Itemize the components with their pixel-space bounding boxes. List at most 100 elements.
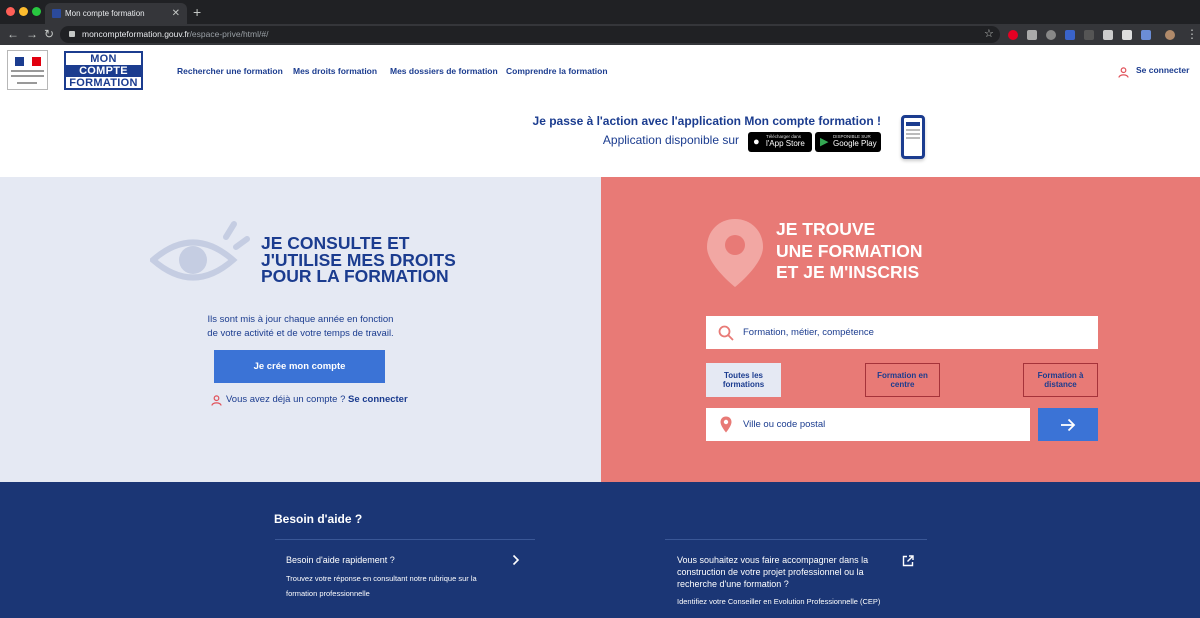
logo-line-3: FORMATION	[66, 77, 141, 89]
googleplay-big-text: Google Play	[833, 139, 877, 148]
user-icon	[1118, 65, 1129, 83]
browser-menu-icon[interactable]: ⋮	[1186, 25, 1198, 43]
lock-icon	[69, 31, 75, 37]
rights-title: JE CONSULTE ET J'UTILISE MES DROITS POUR…	[261, 235, 456, 285]
search-title-line: ET JE M'INSCRIS	[776, 262, 920, 282]
filter-label-line: formations	[722, 380, 765, 389]
external-link-icon	[902, 554, 914, 572]
search-panel: JE TROUVE UNE FORMATION ET JE M'INSCRIS …	[601, 177, 1200, 482]
help-card-question-line: Vous souhaitez vous faire accompagner da…	[677, 555, 869, 565]
banner-subtitle: Application disponible sur	[602, 133, 739, 147]
back-icon[interactable]: ←	[7, 25, 19, 43]
banner-title: Je passe à l'action avec l'application M…	[532, 114, 881, 128]
arrow-right-icon	[1061, 418, 1076, 431]
nav-rechercher-formation[interactable]: Rechercher une formation	[177, 66, 283, 76]
help-section: Besoin d'aide ? Besoin d'aide rapidement…	[0, 482, 1200, 618]
filter-in-center[interactable]: Formation en centre	[865, 363, 940, 397]
extension-icon[interactable]	[1027, 30, 1037, 40]
republique-francaise-logo[interactable]	[7, 50, 48, 90]
divider	[665, 539, 927, 540]
rights-panel: JE CONSULTE ET J'UTILISE MES DROITS POUR…	[0, 177, 601, 482]
maximize-window-button[interactable]	[32, 7, 41, 16]
location-pin-icon	[705, 217, 765, 294]
profile-avatar[interactable]	[1165, 30, 1175, 40]
extension-icon[interactable]	[1046, 30, 1056, 40]
extension-icon[interactable]	[1103, 30, 1113, 40]
rights-description: Ils sont mis à jour chaque année en fonc…	[0, 313, 601, 341]
close-tab-icon[interactable]: ✕	[172, 3, 180, 24]
address-bar[interactable]: moncompteformation.gouv.fr/espace-prive/…	[60, 26, 1000, 43]
favicon-icon	[52, 9, 61, 18]
logo-line-1: MON	[66, 53, 141, 65]
header-login-link[interactable]: Se connecter	[1136, 65, 1189, 75]
close-window-button[interactable]	[6, 7, 15, 16]
logo-text-line	[11, 75, 44, 77]
browser-tab-bar: Mon compte formation ✕ +	[0, 0, 1200, 24]
help-card-description: Identifiez votre Conseiller en Evolution…	[677, 597, 881, 606]
search-submit-button[interactable]	[1038, 408, 1098, 441]
pinterest-extension-icon[interactable]	[1008, 30, 1018, 40]
map-pin-icon	[720, 416, 732, 438]
browser-toolbar: ← → ↻ moncompteformation.gouv.fr/espace-…	[0, 24, 1200, 45]
filter-all-trainings[interactable]: Toutes les formations	[706, 363, 781, 397]
app-banner: Je passe à l'action avec l'application M…	[0, 96, 1200, 177]
mon-compte-formation-logo[interactable]: MON COMPTE FORMATION	[64, 51, 143, 90]
help-card-description: Trouvez votre réponse en consultant notr…	[286, 571, 477, 601]
logo-text-line	[17, 82, 37, 84]
filter-label-line: Toutes les	[724, 371, 763, 380]
extension-icon[interactable]	[1122, 30, 1132, 40]
filter-label-line: distance	[1044, 380, 1077, 389]
extension-icon[interactable]	[1084, 30, 1094, 40]
help-card-question: Vous souhaitez vous faire accompagner da…	[677, 554, 868, 590]
nav-mes-droits[interactable]: Mes droits formation	[293, 66, 377, 76]
google-play-icon: ▶	[820, 136, 829, 148]
rights-title-line: POUR LA FORMATION	[261, 266, 449, 286]
filter-label-line: Formation en	[877, 371, 928, 380]
help-card-description-line: Trouvez votre réponse en consultant notr…	[286, 574, 477, 583]
search-icon	[718, 325, 734, 346]
google-play-badge[interactable]: ▶ DISPONIBLE SUR Google Play	[815, 132, 881, 152]
divider	[275, 539, 535, 540]
logo-text-line	[11, 70, 44, 72]
nav-mes-dossiers[interactable]: Mes dossiers de formation	[390, 66, 498, 76]
existing-account-text: Vous avez déjà un compte ?	[226, 394, 346, 405]
city-input[interactable]	[743, 408, 1083, 441]
search-title-line: JE TROUVE	[776, 219, 876, 239]
minimize-window-button[interactable]	[19, 7, 28, 16]
help-card-question: Besoin d'aide rapidement ?	[286, 555, 395, 565]
existing-account-prompt: Vous avez déjà un compte ? Se connecter	[226, 394, 408, 405]
filter-remote[interactable]: Formation à distance	[1023, 363, 1098, 397]
extension-icon[interactable]	[1065, 30, 1075, 40]
phone-app-illustration	[901, 115, 925, 159]
training-search-field[interactable]	[706, 316, 1098, 349]
forward-icon[interactable]: →	[26, 25, 38, 43]
url-host: moncompteformation.gouv.fr	[82, 29, 190, 39]
search-title-line: UNE FORMATION	[776, 240, 923, 261]
site-header: MON COMPTE FORMATION Rechercher une form…	[0, 45, 1200, 96]
tab-title: Mon compte formation	[65, 9, 145, 18]
rights-description-line: Ils sont mis à jour chaque année en fonc…	[207, 314, 394, 325]
rights-description-line: de votre activité et de votre temps de t…	[207, 328, 394, 339]
extension-icon[interactable]	[1141, 30, 1151, 40]
bookmark-star-icon[interactable]: ☆	[984, 27, 994, 40]
help-card-question-line: recherche d'une formation ?	[677, 579, 789, 589]
create-account-button[interactable]: Je crée mon compte	[214, 350, 385, 383]
nav-comprendre-formation[interactable]: Comprendre la formation	[506, 66, 608, 76]
appstore-big-text: l'App Store	[766, 139, 805, 148]
app-store-badge[interactable]: ● Télécharger dans l'App Store	[748, 132, 812, 152]
city-search-field[interactable]	[706, 408, 1083, 441]
help-title: Besoin d'aide ?	[274, 512, 363, 526]
user-icon	[211, 393, 222, 411]
url-path: /espace-prive/html/#/	[189, 29, 269, 39]
eye-icon	[148, 217, 250, 287]
browser-tab[interactable]: Mon compte formation ✕	[45, 3, 187, 24]
filter-label-line: centre	[890, 380, 915, 389]
logo-line-2: COMPTE	[66, 65, 141, 77]
training-search-input[interactable]	[743, 316, 1083, 349]
reload-icon[interactable]: ↻	[44, 25, 54, 43]
panel-login-link[interactable]: Se connecter	[348, 394, 408, 405]
apple-icon: ●	[753, 136, 760, 148]
new-tab-icon[interactable]: +	[193, 3, 201, 21]
chevron-right-icon	[512, 553, 520, 571]
french-flag-icon	[15, 57, 42, 66]
